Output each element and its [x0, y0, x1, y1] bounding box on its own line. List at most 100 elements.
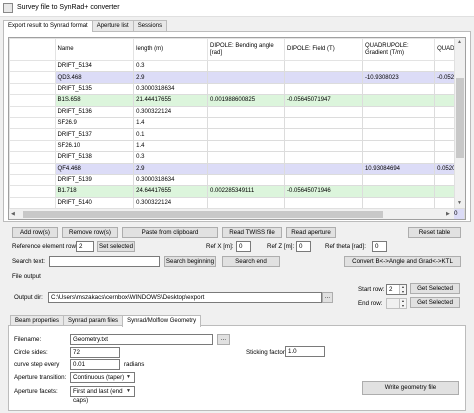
column-header-gradient[interactable]: QUADRUPOLE: Gradient (T/m) [361, 38, 436, 61]
table-row[interactable]: DRIFT_5137 0.1 [9, 128, 465, 141]
cell-gradient[interactable]: 10.93084694 [361, 162, 436, 175]
cell-gradient[interactable] [361, 139, 436, 153]
reference-row-input[interactable]: 2 [76, 241, 94, 252]
scroll-right-arrow-icon[interactable]: ▶ [446, 211, 450, 217]
column-header-field[interactable]: DIPOLE: Field (T) [284, 38, 363, 61]
cell-bending-angle[interactable] [206, 71, 286, 84]
cell-bending-angle[interactable] [206, 139, 286, 153]
cell-field[interactable] [284, 196, 363, 210]
sticking-factor-input[interactable]: 1.0 [285, 346, 325, 357]
row-header[interactable] [9, 139, 56, 153]
cell-name[interactable]: B1.718 [54, 185, 135, 198]
set-selected-button[interactable]: Set selected [97, 241, 135, 252]
cell-length[interactable]: 24.64417655 [133, 185, 208, 198]
cell-name[interactable]: DRIFT_5138 [54, 151, 135, 164]
cell-field[interactable] [284, 173, 363, 187]
table-row[interactable]: DRIFT_5136 0.300322124 [9, 105, 465, 118]
table-row[interactable]: DRIFT_5135 0.3000318634 [9, 82, 465, 96]
convert-button[interactable]: Convert B<->Angle and Grad<->KTL [344, 256, 461, 267]
curve-step-input[interactable]: 0.01 [70, 359, 120, 370]
cell-gradient[interactable] [361, 173, 436, 187]
cell-length[interactable]: 1.4 [133, 116, 208, 130]
row-header[interactable] [9, 151, 56, 164]
search-beginning-button[interactable]: Search beginning [164, 256, 216, 267]
row-header[interactable] [9, 185, 56, 198]
cell-gradient[interactable] [361, 128, 436, 141]
output-dir-input[interactable]: C:\Users\mszakacs\cernbox\WINDOWS\Deskto… [48, 292, 322, 303]
cell-name[interactable]: DRIFT_5139 [54, 173, 135, 187]
column-header-length[interactable]: length (m) [133, 38, 208, 61]
cell-gradient[interactable] [361, 151, 436, 164]
get-selected-end-button[interactable]: Get Selected [410, 297, 460, 308]
cell-length[interactable]: 2.9 [133, 162, 208, 175]
cell-name[interactable]: DRIFT_5136 [54, 105, 135, 118]
cell-field[interactable] [284, 162, 363, 175]
cell-field[interactable]: -0.05645071947 [284, 94, 363, 107]
row-header[interactable] [9, 94, 56, 107]
cell-bending-angle[interactable] [206, 116, 286, 130]
cell-bending-angle[interactable] [206, 151, 286, 164]
row-header[interactable] [9, 116, 56, 130]
cell-bending-angle[interactable] [206, 173, 286, 187]
table-row[interactable]: SF26.9 1.4 [9, 116, 465, 130]
element-table[interactable]: Name length (m) DIPOLE: Bending angle [r… [8, 37, 466, 220]
ref-theta-input[interactable]: 0 [372, 241, 387, 252]
end-row-input[interactable]: ▲ ▼ [386, 298, 407, 309]
remove-rows-button[interactable]: Remove row(s) [62, 227, 118, 238]
cell-gradient[interactable] [361, 82, 436, 96]
cell-field[interactable] [284, 82, 363, 96]
table-row[interactable]: SF26.10 1.4 [9, 139, 465, 153]
table-row[interactable]: DRIFT_5134 0.3 [9, 59, 465, 73]
tab-synrad-molflow-geometry[interactable]: Synrad/Molflow Geometry [122, 315, 202, 327]
table-row[interactable]: QF4.468 2.9 10.93084694 0.0520 [9, 162, 465, 175]
cell-gradient[interactable] [361, 196, 436, 210]
filename-input[interactable]: Geometry.txt [70, 334, 213, 345]
cell-bending-angle[interactable]: 0.001988600825 [206, 94, 286, 107]
row-header[interactable] [9, 128, 56, 141]
cell-gradient[interactable] [361, 185, 436, 198]
write-geometry-file-button[interactable]: Write geometry file [362, 381, 459, 395]
ref-x-input[interactable]: 0 [236, 241, 251, 252]
cell-field[interactable] [284, 71, 363, 84]
cell-length[interactable]: 0.1 [133, 128, 208, 141]
table-row[interactable]: QD3.468 2.9 -10.9308023 -0.0520 [9, 71, 465, 84]
circle-sides-input[interactable]: 72 [70, 347, 120, 358]
cell-length[interactable]: 0.300322124 [133, 196, 208, 210]
scroll-up-arrow-icon[interactable]: ▲ [457, 39, 462, 45]
paste-from-clipboard-button[interactable]: Paste from clipboard [122, 227, 218, 238]
read-twiss-file-button[interactable]: Read TWISS file [222, 227, 282, 238]
cell-name[interactable]: DRIFT_5135 [54, 82, 135, 96]
cell-field[interactable] [284, 139, 363, 153]
cell-length[interactable]: 0.3000318634 [133, 173, 208, 187]
cell-length[interactable]: 2.9 [133, 71, 208, 84]
table-vertical-scrollbar[interactable]: ▲ ▼ [454, 38, 465, 208]
table-row[interactable]: DRIFT_5140 0.300322124 [9, 196, 465, 210]
cell-length[interactable]: 1.4 [133, 139, 208, 153]
cell-length[interactable]: 0.300322124 [133, 105, 208, 118]
cell-gradient[interactable] [361, 105, 436, 118]
row-header[interactable] [9, 173, 56, 187]
browse-file-button[interactable]: ... [217, 334, 230, 345]
table-row[interactable]: DRIFT_5138 0.3 [9, 151, 465, 164]
cell-length[interactable]: 0.3 [133, 151, 208, 164]
cell-field[interactable] [284, 105, 363, 118]
cell-gradient[interactable]: -10.9308023 [361, 71, 436, 84]
cell-bending-angle[interactable]: 0.002285349111 [206, 185, 286, 198]
start-row-input[interactable]: 2 ▲ ▼ [386, 284, 407, 295]
cell-bending-angle[interactable] [206, 196, 286, 210]
aperture-facets-select[interactable]: First and last (end caps) ▼ [70, 386, 135, 404]
cell-name[interactable]: QF4.468 [54, 162, 135, 175]
cell-field[interactable] [284, 128, 363, 141]
tab-sessions[interactable]: Sessions [132, 20, 168, 31]
vertical-scroll-thumb[interactable] [456, 78, 464, 158]
cell-field[interactable] [284, 151, 363, 164]
row-header[interactable] [9, 162, 56, 175]
row-header[interactable] [9, 71, 56, 84]
cell-bending-angle[interactable] [206, 105, 286, 118]
table-row[interactable]: B1S.658 21.44417655 0.001988600825 -0.05645… [9, 94, 465, 107]
row-header[interactable] [9, 196, 56, 210]
column-header-bending-angle[interactable]: DIPOLE: Bending angle [rad] [206, 38, 286, 61]
cell-field[interactable]: -0.05645071946 [284, 185, 363, 198]
row-header[interactable] [9, 105, 56, 118]
table-horizontal-scrollbar[interactable]: ◀ ▶ [9, 208, 454, 219]
